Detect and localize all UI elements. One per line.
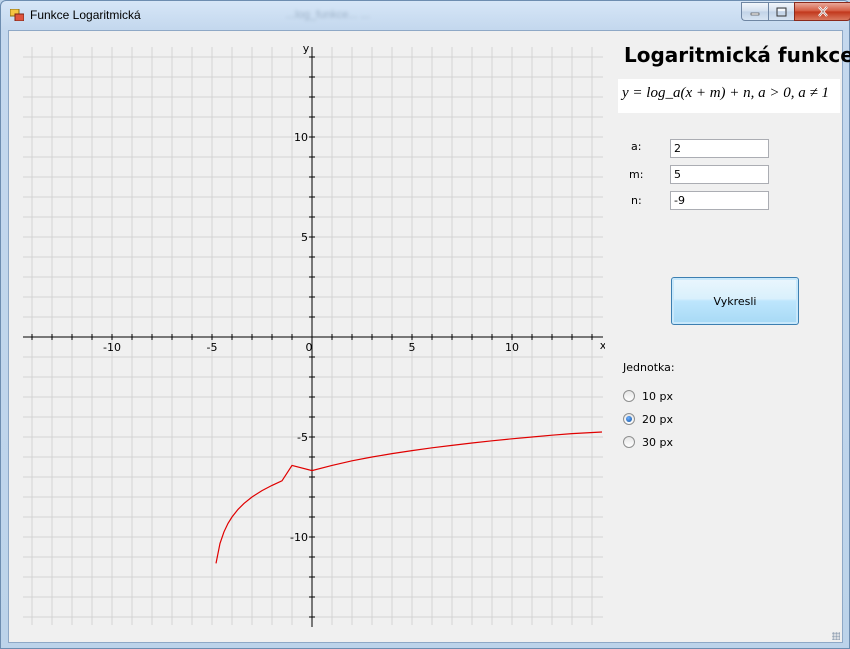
label-a: a:: [631, 140, 642, 153]
main-window: Funkce Logaritmická ...log_funkce... ...…: [0, 0, 850, 649]
maximize-button[interactable]: [768, 2, 794, 21]
y-tick-label: -10: [290, 531, 308, 544]
app-icon: [10, 9, 24, 21]
minimize-button[interactable]: [741, 2, 768, 21]
y-tick-label: 10: [294, 131, 308, 144]
series-line: [215, 431, 603, 564]
minimize-icon: [750, 12, 760, 15]
radio-unit-10-label[interactable]: 10 px: [642, 390, 673, 403]
input-n[interactable]: [670, 191, 769, 210]
x-tick-label: -5: [207, 341, 218, 354]
panel-heading: Logaritmická funkce: [624, 43, 850, 67]
grid-lines: [23, 47, 603, 625]
radio-unit-20-label[interactable]: 20 px: [642, 413, 673, 426]
radio-unit-30[interactable]: [623, 436, 635, 448]
title-bar[interactable]: Funkce Logaritmická ...log_funkce... ...: [1, 1, 850, 30]
window-controls: [741, 2, 850, 21]
y-axis-label: y: [303, 42, 310, 55]
resize-grip[interactable]: [832, 632, 840, 640]
formula-image: y = log_a(x + m) + n, a > 0, a ≠ 1: [618, 79, 840, 113]
x-tick-label: -10: [103, 341, 121, 354]
radio-unit-30-label[interactable]: 30 px: [642, 436, 673, 449]
x-tick-label: 5: [409, 341, 416, 354]
formula-text: y = log_a(x + m) + n, a > 0, a ≠ 1: [622, 85, 830, 101]
label-n: n:: [631, 194, 642, 207]
y-tick-label: 5: [301, 231, 308, 244]
radio-unit-10[interactable]: [623, 390, 635, 402]
unit-label: Jednotka:: [623, 361, 675, 374]
x-axis-label: x: [600, 339, 605, 352]
close-icon: [817, 6, 828, 17]
maximize-icon: [776, 7, 787, 16]
radio-unit-20[interactable]: [623, 413, 635, 425]
close-button[interactable]: [794, 2, 850, 21]
x-tick-label: 10: [505, 341, 519, 354]
function-curve: [215, 431, 603, 564]
draw-button[interactable]: Vykresli: [671, 277, 799, 325]
input-a[interactable]: [670, 139, 769, 158]
label-m: m:: [629, 168, 644, 181]
window-title: Funkce Logaritmická: [30, 8, 141, 22]
x-tick-label: 0: [306, 341, 313, 354]
ghost-title: ...log_funkce... ...: [286, 9, 370, 21]
graph-canvas: -10 -5 0 5 10 10 5 -5 -10 x y: [23, 42, 605, 627]
y-tick-label: -5: [297, 431, 308, 444]
input-m[interactable]: [670, 165, 769, 184]
client-area: -10 -5 0 5 10 10 5 -5 -10 x y Logaritmická funkce …: [8, 30, 850, 643]
